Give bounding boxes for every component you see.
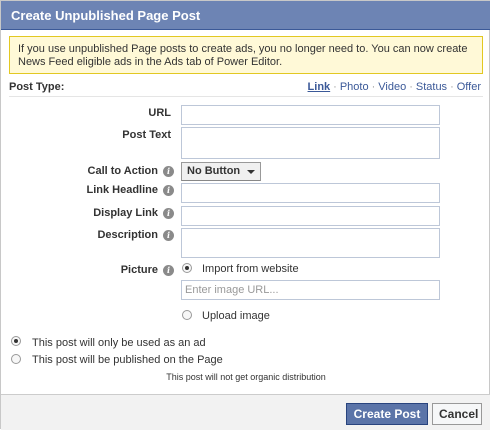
tab-separator: ·	[371, 81, 376, 93]
link-headline-label: Link Headline	[86, 184, 158, 196]
publish-radio[interactable]	[11, 354, 21, 364]
cta-label: Call to Action	[87, 165, 158, 177]
url-input[interactable]	[181, 105, 440, 125]
post-type-tabs: Link · Photo · Video · Status · Offer	[308, 81, 481, 93]
dialog-titlebar: Create Unpublished Page Post	[1, 1, 490, 30]
link-headline-input[interactable]	[181, 183, 440, 203]
info-icon[interactable]: i	[163, 230, 174, 241]
create-post-dialog: Create Unpublished Page Post If you use …	[0, 0, 490, 430]
import-website-radio[interactable]	[182, 263, 192, 273]
description-label: Description	[97, 229, 158, 241]
chevron-down-icon	[247, 170, 255, 174]
tab-link[interactable]: Link	[308, 81, 331, 93]
info-icon[interactable]: i	[163, 166, 174, 177]
tab-photo[interactable]: Photo	[340, 81, 369, 93]
picture-label: Picture	[120, 264, 158, 276]
post-text-input[interactable]	[181, 127, 440, 159]
tab-separator: ·	[450, 81, 454, 93]
import-website-label: Import from website	[202, 263, 299, 275]
upload-image-label: Upload image	[202, 310, 270, 322]
display-link-input[interactable]	[181, 206, 440, 226]
notice-banner: If you use unpublished Page posts to cre…	[9, 36, 483, 74]
dialog-footer: Create Post Cancel	[1, 394, 490, 430]
post-type-row: Post Type: Link · Photo · Video · Status · Offer	[9, 81, 483, 97]
tab-offer[interactable]: Offer	[457, 81, 481, 93]
upload-image-radio[interactable]	[182, 310, 192, 320]
url-label: URL	[148, 107, 171, 119]
info-icon[interactable]: i	[163, 265, 174, 276]
dialog-title: Create Unpublished Page Post	[11, 8, 201, 23]
organic-note: This post will not get organic distribut…	[166, 372, 326, 382]
create-post-button[interactable]: Create Post	[346, 403, 428, 425]
cancel-button[interactable]: Cancel	[432, 403, 482, 425]
publish-label: This post will be published on the Page	[32, 354, 223, 366]
tab-status[interactable]: Status	[416, 81, 447, 93]
description-input[interactable]	[181, 228, 440, 258]
post-type-label: Post Type:	[9, 81, 65, 93]
tab-video[interactable]: Video	[378, 81, 406, 93]
info-icon[interactable]: i	[163, 208, 174, 219]
cta-dropdown[interactable]: No Button	[181, 162, 261, 181]
tab-separator: ·	[333, 81, 337, 93]
ad-only-label: This post will only be used as an ad	[32, 337, 206, 349]
tab-separator: ·	[409, 81, 413, 93]
cta-dropdown-value: No Button	[187, 165, 241, 177]
info-icon[interactable]: i	[163, 185, 174, 196]
display-link-label: Display Link	[93, 207, 158, 219]
image-url-input[interactable]	[181, 280, 440, 300]
ad-only-radio[interactable]	[11, 336, 21, 346]
post-text-label: Post Text	[122, 129, 171, 141]
